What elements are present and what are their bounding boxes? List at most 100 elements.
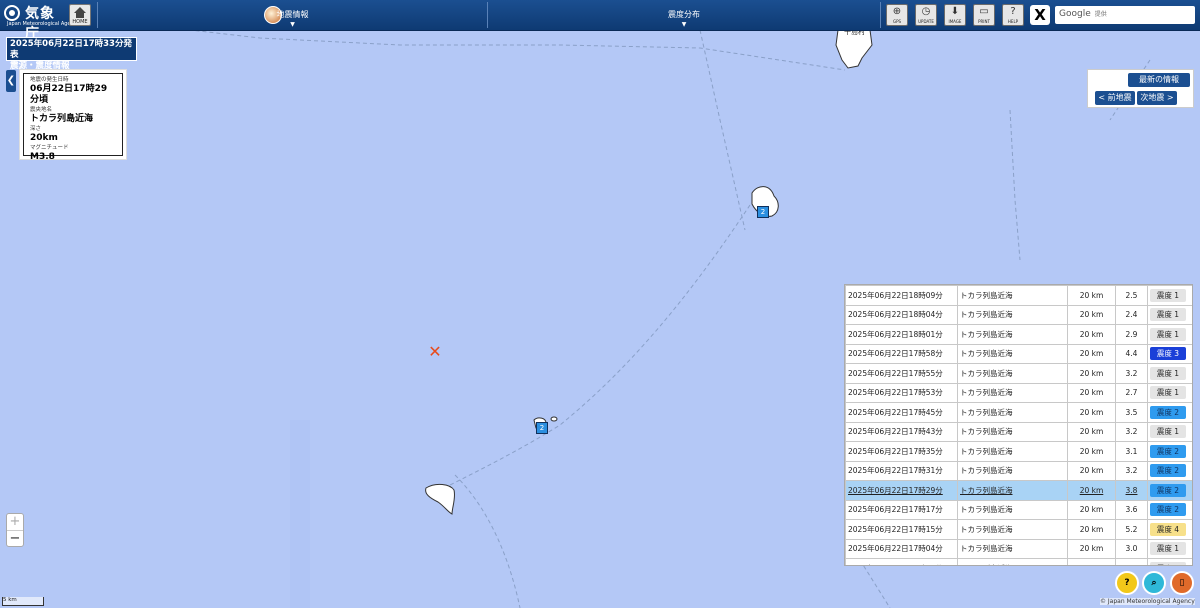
collapse-left-arrow-icon[interactable]: ❮	[6, 70, 16, 92]
table-row[interactable]: 2025年06月22日17時35分 トカラ列島近海 20 km 3.1 震度 2	[845, 441, 1192, 462]
update-button[interactable]: ◷ UPDATE	[915, 4, 937, 26]
cell-region: トカラ列島近海	[957, 363, 1068, 384]
home-icon-body	[76, 13, 84, 18]
zoom-control: + −	[6, 513, 24, 547]
cell-region: トカラ列島近海	[957, 519, 1068, 540]
cell-region: トカラ列島近海	[957, 460, 1068, 481]
gps-icon: ⊕	[892, 6, 902, 17]
cell-intensity: 震度 2	[1147, 499, 1192, 520]
depth-value: 20km	[30, 133, 58, 143]
cell-time: 2025年06月22日18時04分	[845, 304, 958, 325]
guide-icon[interactable]: ?	[1115, 571, 1139, 595]
cell-depth: 20 km	[1067, 343, 1116, 364]
table-row[interactable]: 2025年06月22日18時01分 トカラ列島近海 20 km 2.9 震度 1	[845, 324, 1192, 345]
cell-region: トカラ列島近海	[957, 480, 1068, 501]
home-button[interactable]: HOME	[69, 4, 91, 26]
cell-time: 2025年06月22日17時31分	[845, 460, 958, 481]
cell-time: 2025年06月22日17時17分	[845, 499, 958, 520]
gps-button[interactable]: ⊕ GPS	[886, 4, 908, 26]
cell-depth: 20 km	[1067, 538, 1116, 559]
book-icon[interactable]: ▯	[1170, 571, 1194, 595]
cell-region: トカラ列島近海	[957, 558, 1068, 565]
cell-depth: 20 km	[1067, 480, 1116, 501]
cell-region: トカラ列島近海	[957, 402, 1068, 423]
cell-time: 2025年06月22日17時04分	[845, 538, 958, 559]
cell-magnitude: 3.5	[1115, 402, 1148, 423]
cell-intensity: 震度 1	[1147, 538, 1192, 559]
intensity-badge: 震度 2	[1150, 444, 1186, 458]
intensity-badge: 震度 2	[1150, 503, 1186, 517]
site-search-input[interactable]: Google 提供	[1055, 6, 1195, 24]
cell-depth: 20 km	[1067, 304, 1116, 325]
quake-info-card: 地震の発生日時 06月22日17時29分頃 震央地名 トカラ列島近海 深さ 20…	[19, 69, 127, 162]
help-button[interactable]: ? HELP	[1002, 4, 1024, 26]
table-row[interactable]: 2025年06月22日17時15分 トカラ列島近海 20 km 5.2 震度 4	[845, 519, 1192, 540]
cell-time: 2025年06月22日17時53分	[845, 382, 958, 403]
zoom-out-button[interactable]: −	[7, 531, 23, 547]
cell-depth: 20 km	[1067, 460, 1116, 481]
cell-region: トカラ列島近海	[957, 441, 1068, 462]
zoom-in-button[interactable]: +	[7, 514, 23, 531]
copyright-text: © Japan Meteorological Agency	[1100, 598, 1195, 605]
nav-intensity-distribution[interactable]: 震度分布 ▼	[488, 0, 880, 30]
intensity-badge: 震度 1	[1150, 366, 1186, 380]
help-icon: ?	[1010, 6, 1016, 17]
table-row[interactable]: 2025年06月22日17時58分 トカラ列島近海 20 km 4.4 震度 3	[845, 343, 1192, 364]
nav-earthquake-info[interactable]: 地震情報 ▼	[98, 0, 487, 30]
gps-label: GPS	[892, 19, 902, 24]
cell-magnitude: 3.2	[1115, 363, 1148, 384]
cell-magnitude: 2.5	[1115, 285, 1148, 306]
depth-label: 深さ	[30, 126, 42, 132]
search-map-icon[interactable]: ⌕	[1142, 571, 1166, 595]
table-row[interactable]: 2025年06月22日17時45分 トカラ列島近海 20 km 3.5 震度 2	[845, 402, 1192, 423]
epicenter-mark[interactable]: ✕	[428, 344, 442, 360]
intensity-badge: 震度 1	[1150, 308, 1186, 322]
cell-magnitude: 3.2	[1115, 460, 1148, 481]
intensity-station-marker[interactable]: 2	[536, 422, 548, 434]
image-button[interactable]: ⬇ IMAGE	[944, 4, 966, 26]
chevron-down-icon: ▼	[290, 21, 295, 28]
table-row[interactable]: 2025年06月22日17時17分 トカラ列島近海 20 km 3.6 震度 2	[845, 499, 1192, 520]
cell-region: トカラ列島近海	[957, 421, 1068, 442]
chevron-down-icon: ▼	[681, 21, 687, 28]
x-share-icon[interactable]: X	[1030, 5, 1050, 25]
cell-magnitude: 3.1	[1115, 441, 1148, 462]
print-icon: ▭	[979, 6, 989, 17]
nav-intensity-distribution-label: 震度分布	[668, 10, 700, 19]
table-row[interactable]: 2025年06月22日18時09分 トカラ列島近海 20 km 2.5 震度 1	[845, 285, 1192, 306]
cell-time: 2025年06月22日17時35分	[845, 441, 958, 462]
intensity-badge: 震度 4	[1150, 522, 1186, 536]
print-button[interactable]: ▭ PRINT	[973, 4, 995, 26]
table-row[interactable]: 2025年06月22日17時43分 トカラ列島近海 20 km 3.2 震度 1	[845, 421, 1192, 442]
cell-depth: 20 km	[1067, 324, 1116, 345]
intensity-badge: 震度 1	[1150, 386, 1186, 400]
cell-time: 2025年06月22日18時01分	[845, 324, 958, 345]
table-row[interactable]: 2025年06月22日17時29分 トカラ列島近海 20 km 3.8 震度 2	[845, 480, 1192, 501]
previous-quake-button[interactable]: < 前地震	[1095, 91, 1135, 105]
cell-depth: 20 km	[1067, 558, 1116, 565]
issue-banner: 2025年06月22日17時33分発表 震源・震度情報	[6, 37, 137, 71]
cell-depth: 20 km	[1067, 499, 1116, 520]
jma-logo-icon	[4, 5, 20, 21]
search-placeholder: 提供	[1094, 11, 1107, 18]
help-label: HELP	[1007, 19, 1019, 24]
table-row[interactable]: 2025年06月22日17時04分 トカラ列島近海 20 km 3.0 震度 1	[845, 538, 1192, 559]
table-row[interactable]: 2025年06月22日17時55分 トカラ列島近海 20 km 3.2 震度 1	[845, 363, 1192, 384]
time-value: 06月22日17時29分頃	[30, 84, 108, 105]
jma-logo[interactable]: 気象庁 Japan Meteorological Agency	[4, 3, 79, 42]
intensity-station-marker[interactable]: 2	[757, 206, 769, 218]
table-row[interactable]: 2025年06月22日17時31分 トカラ列島近海 20 km 3.2 震度 2	[845, 460, 1192, 481]
cell-time: 2025年06月22日17時29分	[845, 480, 958, 501]
intensity-badge: 震度 3	[1150, 347, 1186, 361]
quake-table: 2025年06月22日18時09分 トカラ列島近海 20 km 2.5 震度 1 2025…	[845, 285, 1192, 565]
cell-region: トカラ列島近海	[957, 304, 1068, 325]
region-value: トカラ列島近海	[30, 114, 94, 124]
next-quake-button[interactable]: 次地震 >	[1137, 91, 1177, 105]
latest-info-button[interactable]: 最新の情報	[1128, 73, 1190, 87]
search-brand: Google	[1059, 9, 1091, 19]
table-row[interactable]: 2025年06月22日17時53分 トカラ列島近海 20 km 2.7 震度 1	[845, 382, 1192, 403]
table-row[interactable]: 2025年06月22日18時04分 トカラ列島近海 20 km 2.4 震度 1	[845, 304, 1192, 325]
quake-list[interactable]: 2025年06月22日18時09分 トカラ列島近海 20 km 2.5 震度 1 2025…	[844, 284, 1193, 566]
table-row[interactable]: 2025年06月22日16時38分トカラ列島近海20 km2.3震度 1	[845, 558, 1192, 565]
cell-region: トカラ列島近海	[957, 343, 1068, 364]
